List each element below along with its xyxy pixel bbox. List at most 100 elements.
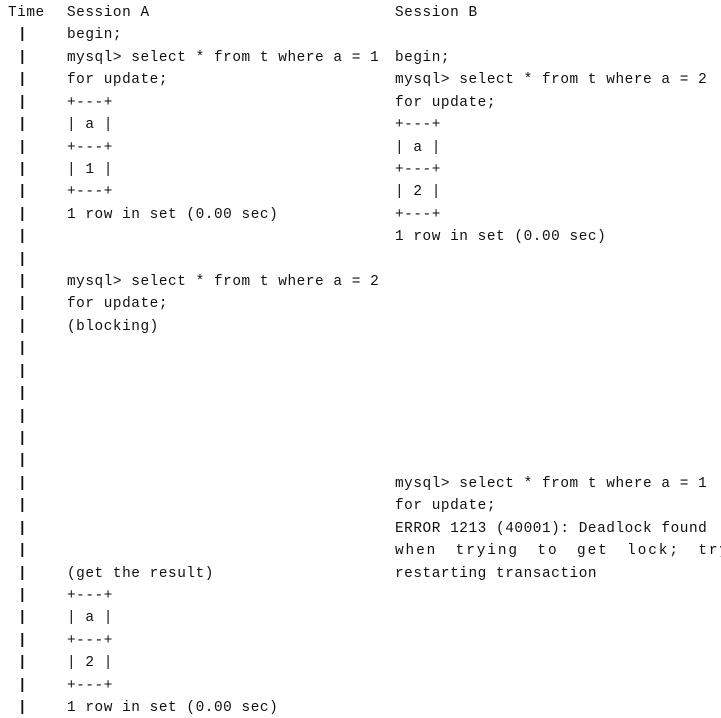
time-axis-tick: | (18, 475, 28, 492)
time-axis-tick: | (18, 386, 28, 403)
timeline-row: | (0, 428, 721, 451)
timeline-row: | +---+ | 2 | (0, 181, 721, 204)
session-b-line: begin; (395, 49, 451, 66)
timeline-row: | mysql> select * from t where a = 1 begin… (0, 47, 721, 70)
session-a-line: 1 row in set (0.00 sec) (67, 206, 279, 223)
timeline-row: | begin; (0, 24, 721, 47)
session-b-line: +---+ (395, 206, 441, 223)
time-axis-tick: | (18, 49, 28, 66)
session-b-line: for update; (395, 94, 497, 111)
time-axis-tick: | (18, 274, 28, 291)
time-column-header: Time (8, 5, 45, 21)
session-a-line: 1 row in set (0.00 sec) (67, 700, 279, 717)
timeline-row: | mysql> select * from t where a = 2 (0, 271, 721, 294)
timeline-row: | | a | +---+ (0, 114, 721, 137)
session-b-line: | 2 | (395, 184, 441, 201)
timeline-row: | | a | (0, 607, 721, 630)
time-axis-tick: | (18, 632, 28, 649)
ascii-timeline-diagram: Time Session A Session B | begin; | mysql> sel… (0, 0, 721, 718)
time-axis-tick: | (18, 206, 28, 223)
timeline-row: | +---+ for update; (0, 92, 721, 115)
time-axis-tick: | (18, 27, 28, 44)
timeline-row: | (0, 361, 721, 384)
session-a-line: +---+ (67, 587, 113, 604)
timeline-row: | for update; mysql> select * from t where… (0, 69, 721, 92)
session-a-line: for update; (67, 296, 169, 313)
time-axis-tick: | (18, 655, 28, 672)
time-axis-tick: | (18, 520, 28, 537)
time-axis-tick: | (18, 453, 28, 470)
session-a-line: | a | (67, 610, 113, 627)
session-a-line: for update; (67, 72, 169, 89)
timeline-row: | (blocking) (0, 316, 721, 339)
time-axis-tick: | (18, 251, 28, 268)
timeline-row: | mysql> select * from t where a = 1 (0, 473, 721, 496)
time-axis-tick: | (18, 700, 28, 717)
time-axis-tick: | (18, 565, 28, 582)
timeline-row: | (0, 406, 721, 429)
session-b-line: ERROR 1213 (40001): Deadlock found (395, 520, 708, 537)
time-axis-tick: | (18, 184, 28, 201)
session-a-line: +---+ (67, 94, 113, 111)
session-a-line: +---+ (67, 139, 113, 156)
timeline-row: | (0, 338, 721, 361)
time-axis-tick: | (18, 296, 28, 313)
time-axis-tick: | (18, 543, 28, 560)
time-axis-tick: | (18, 587, 28, 604)
session-a-line: | 2 | (67, 655, 113, 672)
session-a-line: | 1 | (67, 161, 113, 178)
session-b-line: | a | (395, 139, 441, 156)
time-axis-tick: | (18, 408, 28, 425)
session-b-line: restarting transaction (395, 565, 598, 582)
session-b-line: 1 row in set (0.00 sec) (395, 229, 607, 246)
session-b-line: +---+ (395, 117, 441, 134)
timeline-row: | (get the result) restarting transaction (0, 563, 721, 586)
time-axis-tick: | (18, 677, 28, 694)
session-a-line: (get the result) (67, 565, 214, 582)
timeline-row: | 1 row in set (0.00 sec) (0, 226, 721, 249)
header-row: Time Session A Session B (0, 2, 721, 25)
timeline-row: | (0, 383, 721, 406)
time-axis-tick: | (18, 363, 28, 380)
time-axis-tick: | (18, 229, 28, 246)
session-b-column-header: Session B (395, 5, 478, 21)
session-b-line: mysql> select * from t where a = 2 (395, 72, 708, 89)
timeline-row: | 1 row in set (0.00 sec) +---+ (0, 204, 721, 227)
timeline-row: | +---+ (0, 585, 721, 608)
timeline-row: | (0, 249, 721, 272)
time-axis-tick: | (18, 117, 28, 134)
timeline-row: | +---+ (0, 675, 721, 698)
session-a-column-header: Session A (67, 5, 150, 21)
timeline-row: | | 2 | (0, 652, 721, 675)
timeline-row: | for update; (0, 293, 721, 316)
timeline-row: | for update; (0, 495, 721, 518)
session-a-line: mysql> select * from t where a = 2 (67, 274, 380, 291)
session-a-line: begin; (67, 27, 123, 44)
time-axis-tick: | (18, 318, 28, 335)
time-axis-tick: | (18, 161, 28, 178)
time-axis-tick: | (18, 139, 28, 156)
time-axis-tick: | (18, 94, 28, 111)
timeline-row: | (0, 450, 721, 473)
session-b-line: +---+ (395, 161, 441, 178)
session-b-line: for update; (395, 498, 497, 515)
session-a-line: +---+ (67, 632, 113, 649)
timeline-row: | +---+ (0, 630, 721, 653)
session-a-line: | a | (67, 117, 113, 134)
session-b-line: when trying to get lock; try (395, 543, 721, 560)
timeline-row: | when trying to get lock; try (0, 540, 721, 563)
time-axis-tick: | (18, 610, 28, 627)
time-axis-tick: | (18, 498, 28, 515)
time-axis-tick: | (18, 72, 28, 89)
timeline-row: | ERROR 1213 (40001): Deadlock found (0, 518, 721, 541)
timeline-row: | | 1 | +---+ (0, 159, 721, 182)
time-axis-tick: | (18, 430, 28, 447)
session-b-line: mysql> select * from t where a = 1 (395, 475, 708, 492)
session-a-line: +---+ (67, 677, 113, 694)
timeline-row: | +---+ | a | (0, 137, 721, 160)
timeline-row: | 1 row in set (0.00 sec) (0, 697, 721, 718)
session-a-line: (blocking) (67, 318, 159, 335)
time-axis-tick: | (18, 341, 28, 358)
session-a-line: mysql> select * from t where a = 1 (67, 49, 380, 66)
session-a-line: +---+ (67, 184, 113, 201)
